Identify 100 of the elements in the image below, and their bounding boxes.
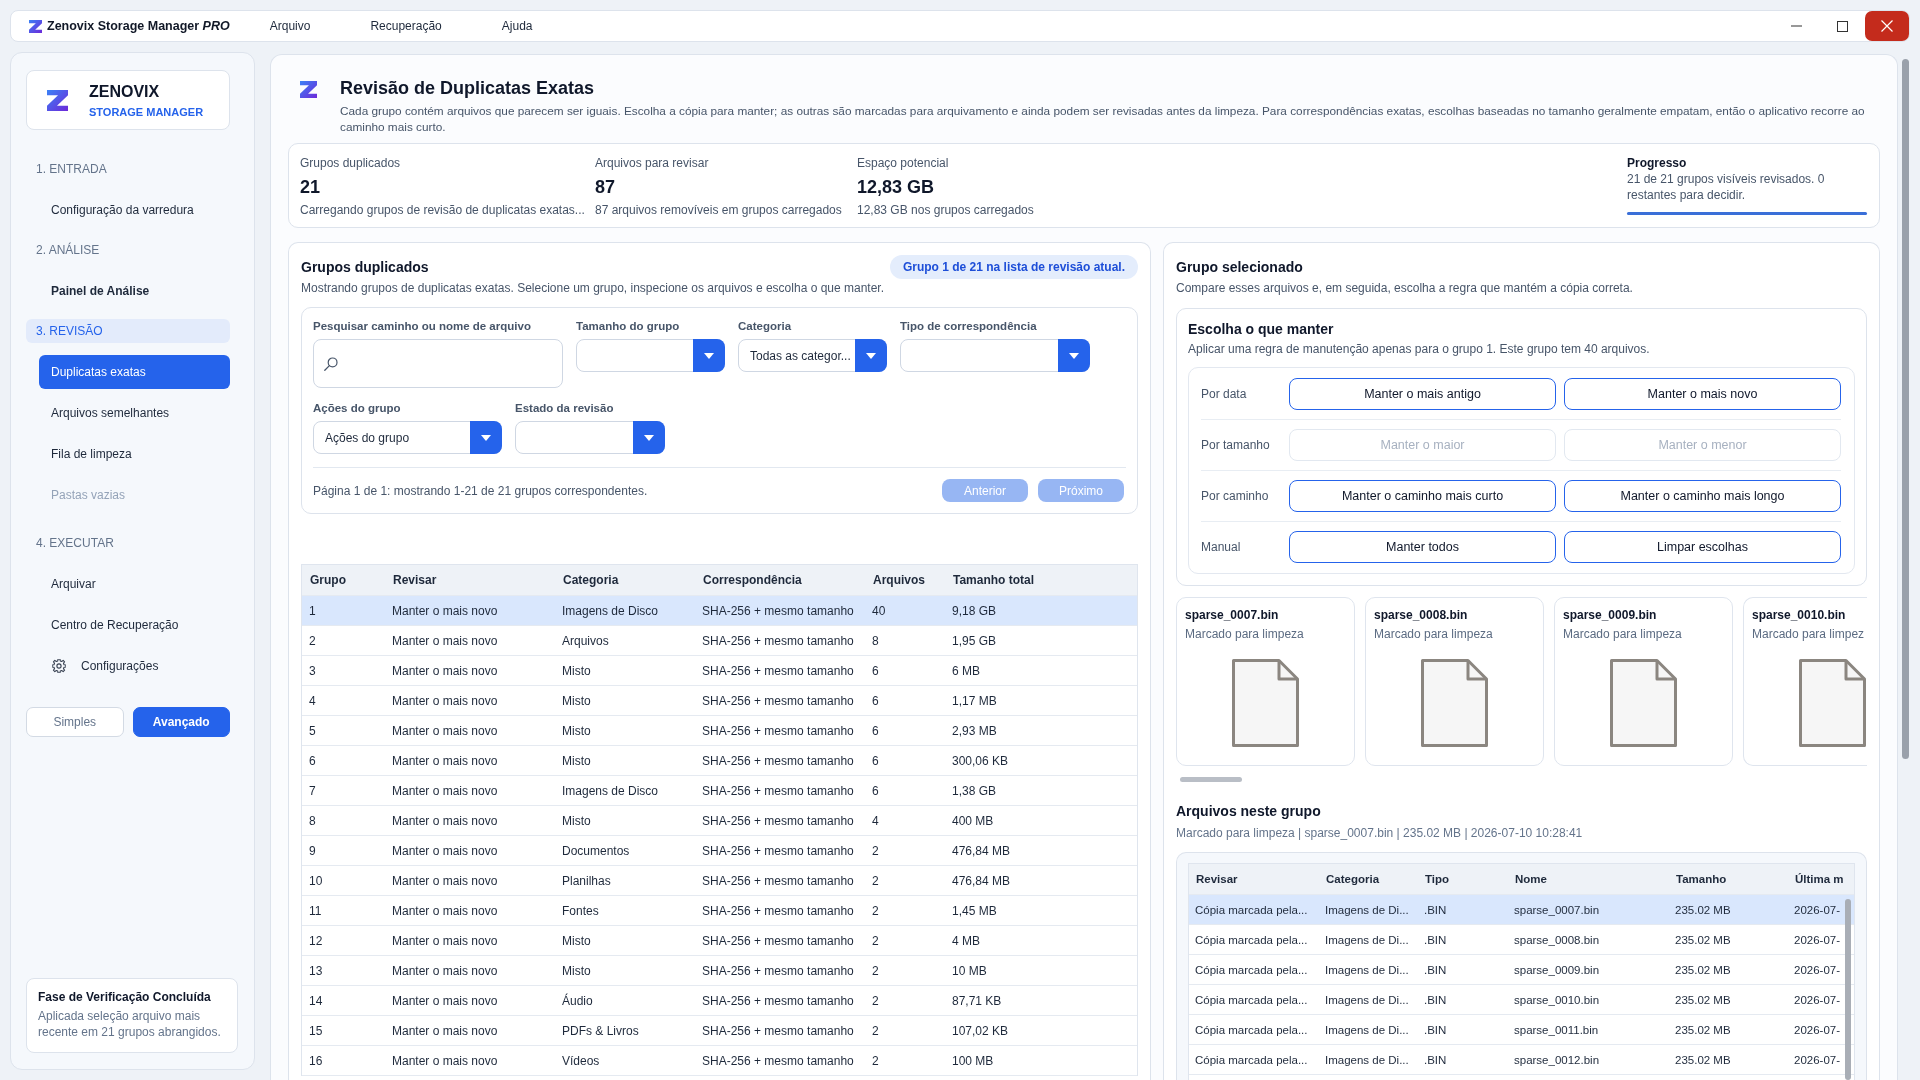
search-field[interactable] [313,339,563,388]
scrollbar[interactable] [1902,59,1909,759]
table-cell-text: 1 [308,602,317,619]
file-summary: Marcado para limpeza | sparse_0007.bin | 235.02 MB | 2026-07-10 10:28:41 [1176,825,1584,841]
table-row[interactable]: 14 Manter o mais novo Áudio SHA-256 + mesmo tamanho 2 87,71 KB [302,986,1137,1016]
table-row[interactable]: 13 Manter o mais novo Misto SHA-256 + mesmo tamanho 2 10 MB [302,956,1137,986]
filter-label: Ações do grupo [313,401,402,415]
table-cell-text: Manter o mais novo [391,812,499,829]
stat-value: 12,83 GB [857,176,936,199]
table-row[interactable]: 16 Manter o mais novo Vídeos SHA-256 + mesmo tamanho 2 100 MB [302,1046,1137,1076]
dropdown[interactable]: Ações do grupo [313,421,502,454]
maximize-icon [1836,20,1848,32]
table-row[interactable]: 1 Manter o mais novo Imagens de Disco SHA-256 + mesmo tamanho 40 9,18 GB [302,596,1137,626]
table-cell-text: 2026-07- [1793,1022,1842,1038]
dropdown[interactable] [515,421,665,454]
table-cell-text: 10 [308,872,324,889]
nav-item[interactable]: Duplicatas exatas [39,354,230,389]
table-row[interactable]: 8 Manter o mais novo Misto SHA-256 + mesmo tamanho 4 400 MB [302,806,1137,836]
table-row[interactable]: Cópia marcada pela... Imagens de Di... .BIN sparse_0007.bin 235.02 MB 2026-07- [1189,895,1854,925]
file-status: Marcado para limpez [1752,626,1865,642]
nav-item[interactable]: Centro de Recuperação [39,607,230,642]
nav-item[interactable]: Configuração da varredura [39,192,230,227]
table-cell-text: Misto [561,662,592,679]
menu-item[interactable]: Arquivo [259,14,321,38]
table-cell-text: SHA-256 + mesmo tamanho [701,902,855,919]
table-cell-text: 2 [308,632,317,649]
file-card[interactable]: sparse_0010.bin Marcado para limpez [1743,597,1867,766]
table-row[interactable]: 15 Manter o mais novo PDFs & Livros SHA-256 + mesmo tamanho 2 107,02 KB [302,1016,1137,1046]
table-cell-text: 13 [308,962,324,979]
keep-rule-button[interactable]: Manter o caminho mais curto [1289,480,1556,512]
page-title: Revisão de Duplicatas Exatas [340,77,596,100]
close-button[interactable] [1865,11,1909,41]
table-cell-text: 6 [308,752,317,769]
table-cell-text: sparse_0009.bin [1513,962,1601,978]
nav-item[interactable]: Arquivar [39,566,230,601]
table-cell-text: 2026-07- [1793,932,1842,948]
table-cell-text: 1,95 GB [951,632,998,649]
keep-rule-button[interactable]: Manter todos [1289,531,1556,563]
table-cell-text: 16 [308,1052,324,1069]
table-cell-text: 476,84 MB [951,842,1012,859]
nav-item[interactable]: Configurações [39,648,230,683]
table-row[interactable]: 3 Manter o mais novo Misto SHA-256 + mesmo tamanho 6 6 MB [302,656,1137,686]
dropdown[interactable] [576,339,725,372]
filter-label: Pesquisar caminho ou nome de arquivo [313,319,532,333]
dropdown[interactable]: Todas as categor... [738,339,887,372]
table-cell-text: Cópia marcada pela... [1194,932,1309,948]
scrollbar[interactable] [1845,899,1851,1080]
table-cell-text: Imagens de Disco [561,782,660,799]
section-label: 3. REVISÃO [26,319,230,343]
table-cell-text: 2 [871,992,880,1009]
table-row[interactable]: 9 Manter o mais novo Documentos SHA-256 + mesmo tamanho 2 476,84 MB [302,836,1137,866]
nav-item[interactable]: Fila de limpeza [39,436,230,471]
nav-item[interactable]: Arquivos semelhantes [39,395,230,430]
table-cell-text: 8 [871,632,880,649]
table-cell-text: sparse_0007.bin [1513,902,1601,918]
menu-item[interactable]: Recuperação [360,14,452,38]
panel-description: Compare esses arquivos e, em seguida, escolha a regra que mantém a cópia correta. [1176,280,1634,296]
file-status: Marcado para limpeza [1563,626,1682,642]
table-cell-text: Manter o mais novo [391,752,499,769]
table-cell-text: 2026-07- [1793,962,1842,978]
table-row[interactable]: 11 Manter o mais novo Fontes SHA-256 + mesmo tamanho 2 1,45 MB [302,896,1137,926]
file-card[interactable]: sparse_0007.bin Marcado para limpeza [1176,597,1355,766]
keep-rule-button[interactable]: Limpar escolhas [1564,531,1841,563]
file-icon [1232,659,1299,747]
stat-value: 21 [300,176,322,199]
dropdown[interactable] [900,339,1090,372]
table-row[interactable]: 2 Manter o mais novo Arquivos SHA-256 + mesmo tamanho 8 1,95 GB [302,626,1137,656]
table-row[interactable]: 5 Manter o mais novo Misto SHA-256 + mesmo tamanho 6 2,93 MB [302,716,1137,746]
scrollbar[interactable] [1180,777,1242,782]
logo-icon [47,89,68,111]
table-cell-text: 14 [308,992,324,1009]
caret-icon [470,421,502,454]
table-cell-text: .BIN [1423,902,1448,918]
table-cell-text: Manter o mais novo [391,782,499,799]
file-card[interactable]: sparse_0009.bin Marcado para limpeza [1554,597,1733,766]
column-header: Arquivos [872,572,926,588]
table-cell-text: 107,02 KB [951,1022,1010,1039]
column-header: Categoria [562,572,620,588]
table-cell-text: 7 [308,782,317,799]
menu-item[interactable]: Ajuda [491,14,543,38]
table-cell-text: Misto [561,812,592,829]
keep-rule-button[interactable]: Manter o caminho mais longo [1564,480,1841,512]
table-row[interactable]: 6 Manter o mais novo Misto SHA-256 + mesmo tamanho 6 300,06 KB [302,746,1137,776]
table-cell-text: sparse_0008.bin [1513,932,1601,948]
table-cell-text: 235.02 MB [1674,992,1732,1008]
mode-toggle[interactable]: Simples [26,707,124,737]
table-cell-text: 4 MB [951,932,981,949]
keep-rule-button[interactable]: Manter o mais novo [1564,378,1841,410]
table-cell-text: 1,45 MB [951,902,998,919]
stat-label: Arquivos para revisar [595,155,710,171]
table-row[interactable]: 12 Manter o mais novo Misto SHA-256 + mesmo tamanho 2 4 MB [302,926,1137,956]
table-cell-text: 2026-07- [1793,1052,1842,1068]
keep-rule-button[interactable]: Manter o mais antigo [1289,378,1556,410]
table-row[interactable]: 7 Manter o mais novo Imagens de Disco SHA-256 + mesmo tamanho 6 1,38 GB [302,776,1137,806]
stat-value: 87 [595,176,617,199]
table-row[interactable]: 10 Manter o mais novo Planilhas SHA-256 + mesmo tamanho 2 476,84 MB [302,866,1137,896]
mode-toggle[interactable]: Avançado [132,707,230,737]
table-row[interactable]: 4 Manter o mais novo Misto SHA-256 + mesmo tamanho 6 1,17 MB [302,686,1137,716]
nav-item[interactable]: Painel de Análise [39,273,230,308]
file-card[interactable]: sparse_0008.bin Marcado para limpeza [1365,597,1544,766]
